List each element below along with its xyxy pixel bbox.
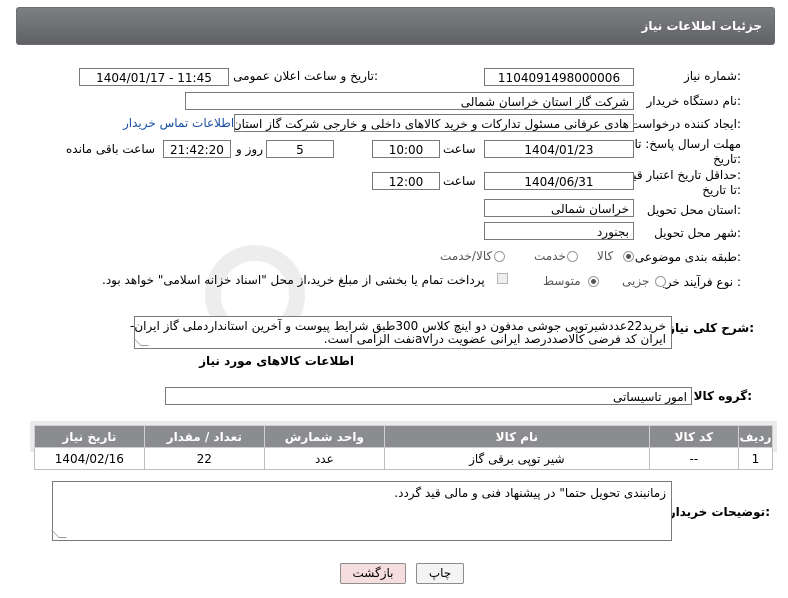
cell-unit: عدد <box>263 447 385 470</box>
days-field: 5 <box>266 140 334 158</box>
remaining-time-field: 21:42:20 <box>163 140 231 158</box>
announce-field: 1404/01/17 - 11:45 <box>79 68 229 86</box>
province-label: استان محل تحویل: <box>646 203 741 217</box>
category-option-goods-service: کالا/خدمت <box>440 249 493 263</box>
description-label: شرح کلی نیاز: <box>668 321 754 335</box>
province-field: خراسان شمالی <box>484 199 634 217</box>
cell-date: 1404/02/16 <box>34 447 145 470</box>
back-button[interactable]: بازگشت <box>340 563 406 584</box>
city-label: شهر محل تحویل: <box>654 226 741 240</box>
category-radio-service[interactable] <box>567 251 578 262</box>
buyer-notes-text: زمانبندی تحویل حتما" در پیشنهاد فنی و ما… <box>394 486 666 500</box>
table-row: 1 -- شیر توپی برقی گاز عدد 22 1404/02/16 <box>34 447 774 470</box>
category-radio-goods[interactable] <box>623 251 634 262</box>
cell-name: شیر توپی برقی گاز <box>383 447 650 470</box>
category-option-goods: کالا <box>597 249 614 263</box>
column-header-quantity: تعداد / مقدار <box>143 425 265 448</box>
panel-header: جزئیات اطلاعات نیاز <box>16 7 775 45</box>
column-header-row: ردیف <box>737 425 774 448</box>
validity-time-field: 12:00 <box>372 172 440 190</box>
process-radio-minor[interactable] <box>655 276 666 287</box>
validity-time-label: ساعت <box>443 174 476 188</box>
buyer-contact-link[interactable]: اطلاعات تماس خریدار <box>123 116 234 130</box>
validity-label-2: تا تاریخ: <box>702 183 741 197</box>
announce-label: تاریخ و ساعت اعلان عمومی: <box>233 69 378 83</box>
process-option-minor: جزیی <box>622 274 650 288</box>
items-table-header: ردیف کد کالا نام کالا واحد شمارش تعداد /… <box>34 425 774 448</box>
panel-title: جزئیات اطلاعات نیاز <box>641 19 762 33</box>
treasury-payment-checkbox[interactable] <box>497 273 508 284</box>
column-header-name: نام کالا <box>383 425 650 448</box>
goods-group-field: امور تاسیساتی <box>165 387 692 405</box>
buyer-notes-textarea[interactable]: زمانبندی تحویل حتما" در پیشنهاد فنی و ما… <box>51 481 672 541</box>
deadline-label-2: تاریخ: <box>713 152 741 166</box>
creator-field: هادی عرفانی مسئول تدارکات و خرید کالاهای… <box>234 114 634 132</box>
creator-label: ایجاد کننده درخواست: <box>630 117 741 131</box>
page: جزئیات اطلاعات نیاز شماره نیاز: 11040914… <box>0 0 788 598</box>
category-label: طبقه بندی موضوعی: <box>634 250 741 264</box>
description-line-2: ایران کد فرضی کالاصددرصد ایرانی عضویت در… <box>323 332 666 346</box>
column-header-code: کد کالا <box>648 425 739 448</box>
cell-quantity: 22 <box>143 447 265 470</box>
goods-section-title: اطلاعات کالاهای مورد نیاز <box>199 354 354 368</box>
days-label: روز و <box>236 142 263 156</box>
category-option-service: خدمت <box>534 249 566 263</box>
cell-row: 1 <box>737 447 774 470</box>
goods-group-label: گروه کالا: <box>693 389 752 403</box>
remaining-label: ساعت باقی مانده <box>66 142 156 156</box>
need-number-field: 1104091498000006 <box>484 68 634 86</box>
process-label: نوع فرآیند خرید : <box>656 275 741 289</box>
treasury-payment-note: پرداخت تمام یا بخشی از مبلغ خرید،از محل … <box>102 273 485 287</box>
description-textarea[interactable]: خرید22عددشیرتوپی جوشی مدفون دو اینچ کلاس… <box>130 316 672 349</box>
process-option-medium: متوسط <box>543 274 581 288</box>
need-number-label: شماره نیاز: <box>683 69 741 83</box>
deadline-date-field: 1404/01/23 <box>484 140 634 158</box>
buyer-org-label: نام دستگاه خریدار: <box>646 94 742 108</box>
process-radio-medium[interactable] <box>588 276 599 287</box>
resize-handle-icon[interactable] <box>51 530 67 538</box>
buyer-notes-label: توضیحات خریدار: <box>668 505 770 519</box>
column-header-unit: واحد شمارش <box>263 425 385 448</box>
deadline-time-field: 10:00 <box>372 140 440 158</box>
deadline-time-label: ساعت <box>443 142 476 156</box>
buyer-org-field: شرکت گاز استان خراسان شمالی <box>185 92 634 110</box>
print-button[interactable]: چاپ <box>416 563 464 584</box>
cell-code: -- <box>648 447 739 470</box>
column-header-date: تاریخ نیاز <box>34 425 145 448</box>
city-field: بجنورد <box>484 222 634 240</box>
items-table: ردیف کد کالا نام کالا واحد شمارش تعداد /… <box>34 425 774 470</box>
deadline-label: مهلت ارسال پاسخ: تا <box>634 137 741 151</box>
category-radio-goods-service[interactable] <box>494 251 505 262</box>
validity-date-field: 1404/06/31 <box>484 172 634 190</box>
